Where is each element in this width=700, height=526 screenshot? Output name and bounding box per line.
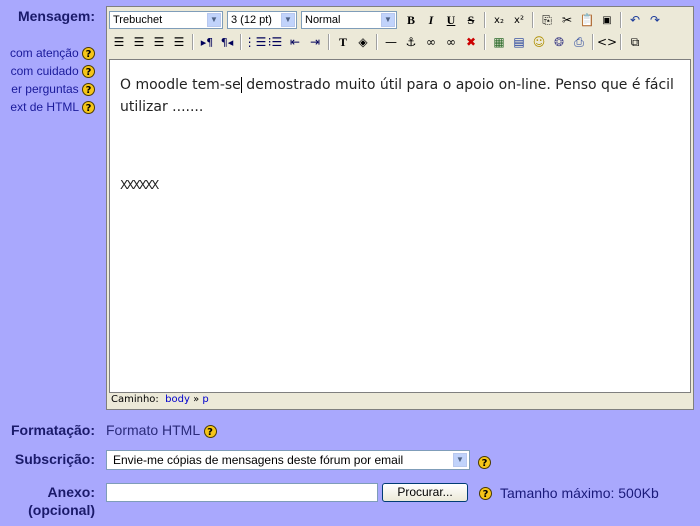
chevron-down-icon: ▼	[381, 13, 395, 27]
toolbar-separator	[192, 34, 194, 50]
formatting-text: Formato HTML	[106, 422, 200, 438]
align-left-icon[interactable]: ☰	[109, 33, 129, 51]
background-color-icon[interactable]: ◈	[353, 33, 373, 51]
html-source-icon[interactable]: <>	[597, 33, 617, 51]
undo-icon[interactable]: ↶	[625, 11, 645, 29]
path-body-link[interactable]: body	[165, 394, 190, 405]
editor-paragraph: O moodle tem-se demostrado muito útil pa…	[120, 74, 680, 118]
paragraph-style-select[interactable]: Normal ▼	[301, 11, 397, 29]
link-icon[interactable]: ∞	[421, 33, 441, 51]
paste-icon[interactable]: 📋	[577, 11, 597, 29]
help-link-label: com cuidado	[10, 64, 79, 78]
help-link-label: er perguntas	[11, 82, 79, 96]
help-icon[interactable]: ?	[82, 65, 95, 78]
subscription-select[interactable]: Envie-me cópias de mensagens deste fórum…	[106, 450, 470, 470]
indent-icon[interactable]: ⇥	[305, 33, 325, 51]
max-size-note: Tamanho máximo: 500Kb	[500, 485, 659, 501]
toolbar-row-2: ☰ ☰ ☰ ☰ ▸¶ ¶◂ ⋮☰ ⁝☰ ⇤ ⇥ T ◈ — ⚓ ∞ ∞ ✖ ▦ …	[109, 31, 645, 53]
cut-icon[interactable]: ✂	[557, 11, 577, 29]
paragraph-style-value: Normal	[305, 14, 341, 26]
horizontal-rule-icon[interactable]: —	[381, 33, 401, 51]
toolbar-separator	[484, 34, 486, 50]
html-editor: Trebuchet ▼ 3 (12 pt) ▼ Normal ▼ B I U S x₂…	[106, 6, 694, 410]
redo-icon[interactable]: ↷	[645, 11, 665, 29]
help-link-1[interactable]: com atenção ?	[10, 46, 95, 60]
help-icon[interactable]: ?	[203, 425, 217, 438]
message-label: Mensagem:	[17, 8, 95, 24]
toolbar-separator	[328, 34, 330, 50]
help-link-4[interactable]: ext de HTML ?	[10, 100, 95, 114]
help-icon[interactable]: ?	[478, 456, 491, 469]
attachment-label-text: Anexo:	[47, 484, 95, 500]
copy-icon[interactable]: ⎘	[537, 11, 557, 29]
chevron-down-icon: ▼	[453, 453, 467, 467]
rtl-icon[interactable]: ¶◂	[217, 33, 237, 51]
insert-table-icon[interactable]: ▤	[509, 33, 529, 51]
anchor-icon[interactable]: ⚓	[401, 33, 421, 51]
font-size-select[interactable]: 3 (12 pt) ▼	[227, 11, 297, 29]
nolink-icon[interactable]: ✖	[461, 33, 481, 51]
editor-paragraph: XXXXXX	[120, 178, 159, 192]
unlink-icon[interactable]: ∞	[441, 33, 461, 51]
help-link-label: com atenção	[9, 46, 79, 60]
path-separator: »	[193, 394, 200, 405]
help-icon[interactable]: ?	[82, 101, 95, 114]
smiley-icon[interactable]: ☺	[529, 33, 549, 51]
bold-button[interactable]: B	[401, 11, 421, 29]
help-icon[interactable]: ?	[82, 83, 95, 96]
align-right-icon[interactable]: ☰	[149, 33, 169, 51]
path-label: Caminho:	[111, 394, 159, 405]
toolbar-separator	[592, 34, 594, 50]
chevron-down-icon: ▼	[207, 13, 221, 27]
toolbar-separator	[376, 34, 378, 50]
paste-word-icon[interactable]: ▣	[597, 11, 617, 29]
help-icon[interactable]: ?	[479, 487, 492, 500]
ltr-icon[interactable]: ▸¶	[197, 33, 217, 51]
outdent-icon[interactable]: ⇤	[285, 33, 305, 51]
formatting-label: Formatação:	[10, 422, 95, 438]
underline-button[interactable]: U	[441, 11, 461, 29]
text-before-caret: O moodle tem-se	[120, 77, 241, 93]
font-family-value: Trebuchet	[113, 14, 163, 26]
subscription-label: Subscrição:	[14, 451, 95, 467]
text-color-icon[interactable]: T	[333, 33, 353, 51]
editor-content-area[interactable]: O moodle tem-se demostrado muito útil pa…	[109, 59, 691, 393]
help-link-2[interactable]: com cuidado ?	[11, 64, 95, 78]
browse-button[interactable]: Procurar...	[382, 483, 468, 502]
toolbar-separator	[620, 12, 622, 28]
toolbar-row-1: Trebuchet ▼ 3 (12 pt) ▼ Normal ▼ B I U S x₂…	[109, 9, 665, 31]
search-replace-icon[interactable]: ⎙	[569, 33, 589, 51]
help-icon[interactable]: ?	[82, 47, 95, 60]
strikethrough-button[interactable]: S	[461, 11, 481, 29]
ordered-list-icon[interactable]: ⋮☰	[244, 33, 267, 51]
font-size-value: 3 (12 pt)	[231, 14, 272, 26]
align-center-icon[interactable]: ☰	[129, 33, 149, 51]
justify-icon[interactable]: ☰	[169, 33, 189, 51]
attachment-label: Anexo: (opcional)	[28, 483, 95, 519]
superscript-icon[interactable]: x²	[509, 11, 529, 29]
toolbar-separator	[620, 34, 622, 50]
font-family-select[interactable]: Trebuchet ▼	[109, 11, 223, 29]
toolbar-separator	[484, 12, 486, 28]
fullscreen-icon[interactable]: ⧉	[625, 33, 645, 51]
editor-path-bar: Caminho: body » p	[109, 393, 693, 407]
subscript-icon[interactable]: x₂	[489, 11, 509, 29]
formatting-value: Formato HTML ?	[106, 422, 217, 438]
unordered-list-icon[interactable]: ⁝☰	[265, 33, 285, 51]
toolbar-separator	[532, 12, 534, 28]
help-link-label: ext de HTML	[10, 100, 79, 114]
chevron-down-icon: ▼	[281, 13, 295, 27]
subscription-value: Envie-me cópias de mensagens deste fórum…	[113, 453, 404, 467]
italic-button[interactable]: I	[421, 11, 441, 29]
toolbar-separator	[240, 34, 242, 50]
help-link-3[interactable]: er perguntas ?	[11, 82, 95, 96]
attachment-file-input[interactable]	[106, 483, 378, 502]
insert-image-icon[interactable]: ▦	[489, 33, 509, 51]
special-char-icon[interactable]: ❂	[549, 33, 569, 51]
attachment-optional-text: (opcional)	[28, 502, 95, 518]
path-p-link[interactable]: p	[202, 394, 208, 405]
